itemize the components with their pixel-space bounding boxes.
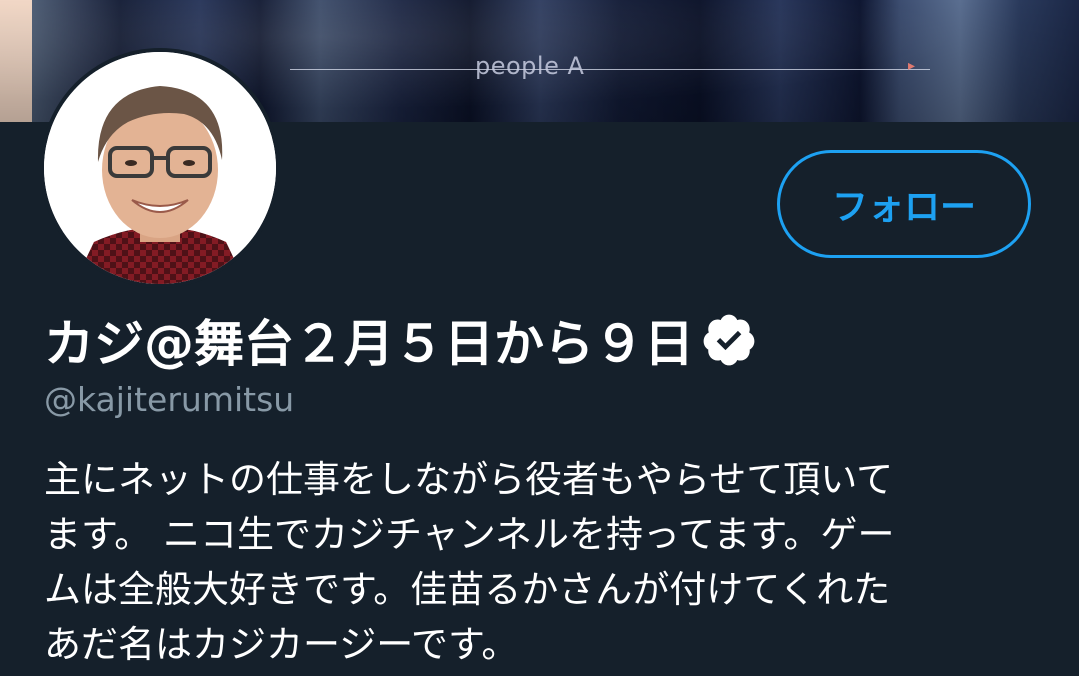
bio-line: ムは全般大好きです。佳苗るかさんが付けてくれた <box>44 568 891 611</box>
profile-handle[interactable]: @kajiterumitsu <box>44 380 294 419</box>
bio-line: 主にネットの仕事をしながら役者もやらせて頂いて <box>44 458 894 501</box>
avatar-illustration <box>44 52 276 284</box>
banner-divider-line <box>290 69 930 70</box>
bio-line: あだ名はカジカージーです。 <box>44 623 519 666</box>
profile-bio: 主にネットの仕事をしながら役者もやらせて頂いて ます。 ニコ生でカジチャンネルを… <box>44 452 1044 672</box>
verified-badge-icon <box>700 311 758 369</box>
banner-arrow-icon: ▸ <box>908 58 916 74</box>
follow-button[interactable]: フォロー <box>777 150 1031 258</box>
banner-caption: people A <box>475 52 585 80</box>
profile-avatar[interactable] <box>40 48 280 288</box>
display-name: カジ@舞台２月５日から９日 <box>44 315 694 373</box>
bio-line: ます。 ニコ生でカジチャンネルを持ってます。ゲー <box>44 513 895 556</box>
avatar-photo <box>44 52 276 284</box>
profile-name-row: カジ@舞台２月５日から９日 <box>44 304 758 376</box>
